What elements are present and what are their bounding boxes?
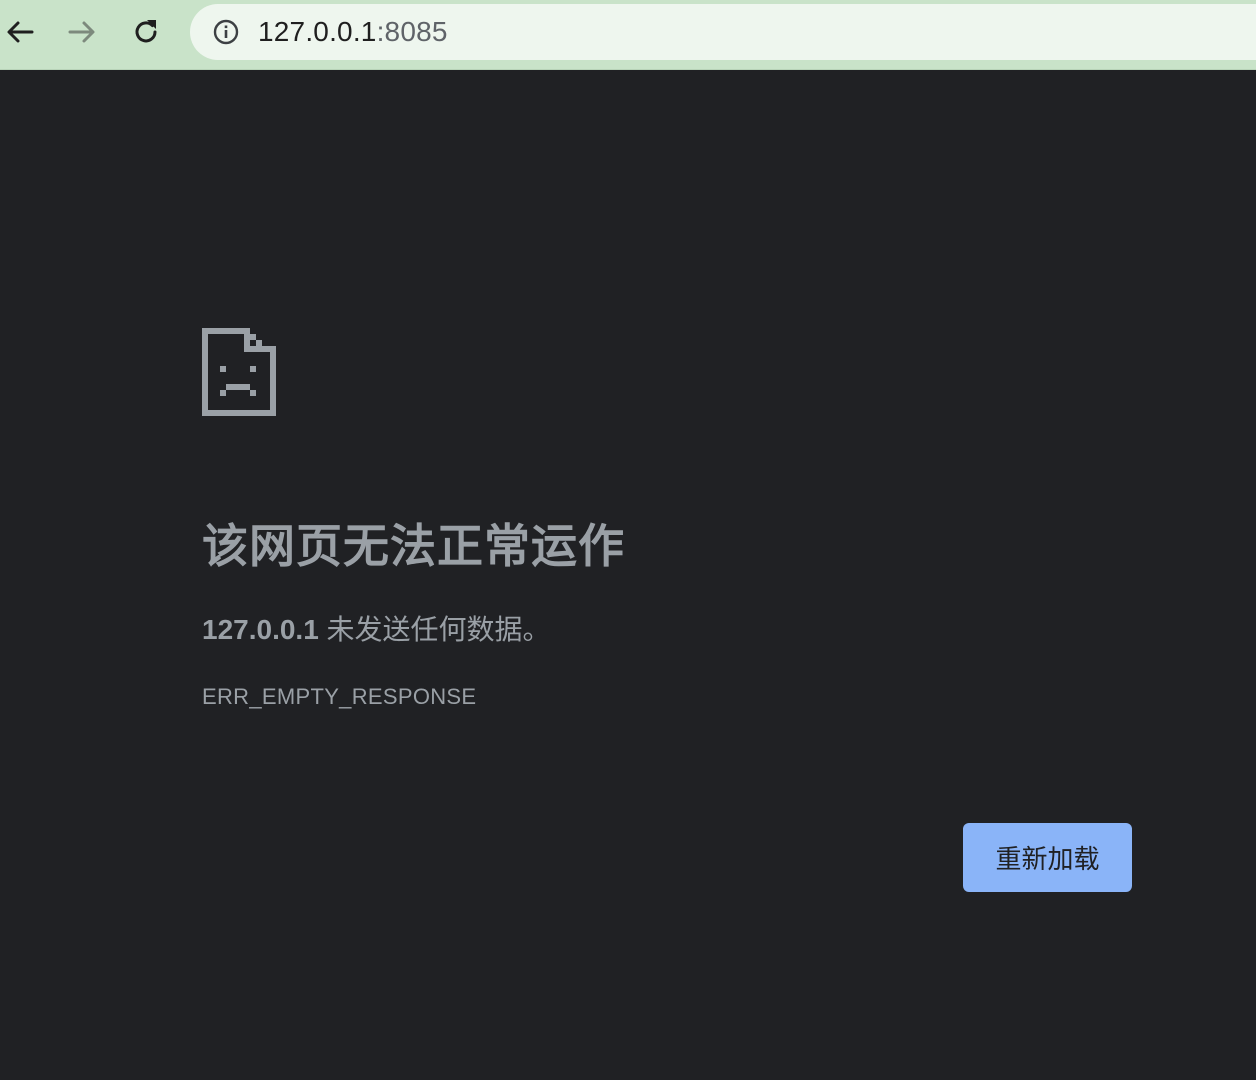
reload-icon [135, 20, 157, 43]
error-code: ERR_EMPTY_RESPONSE [202, 684, 477, 709]
url-text[interactable]: 127.0.0.1:8085 [258, 17, 448, 47]
error-message: 未发送任何数据。 [318, 614, 551, 645]
error-subtitle: 127.0.0.1 未发送任何数据。 [202, 608, 551, 648]
reload-toolbar-button[interactable] [126, 12, 166, 52]
url-host: 127.0.0.1 [258, 16, 377, 47]
error-host: 127.0.0.1 [202, 614, 319, 645]
url-port: :8085 [376, 16, 448, 47]
error-title: 该网页无法正常运作 [202, 520, 625, 572]
arrow-right-icon [68, 21, 95, 43]
forward-button[interactable] [62, 12, 102, 52]
error-page: 该网页无法正常运作 127.0.0.1 未发送任何数据。 ERR_EMPTY_R… [0, 70, 1256, 1080]
sad-document-icon [202, 328, 276, 416]
back-button[interactable] [0, 12, 40, 52]
browser-toolbar: 127.0.0.1:8085 [0, 0, 1256, 70]
arrow-left-icon [7, 21, 34, 43]
info-icon[interactable] [212, 18, 240, 46]
reload-button[interactable]: 重新加载 [963, 823, 1132, 892]
address-bar[interactable]: 127.0.0.1:8085 [190, 4, 1256, 60]
